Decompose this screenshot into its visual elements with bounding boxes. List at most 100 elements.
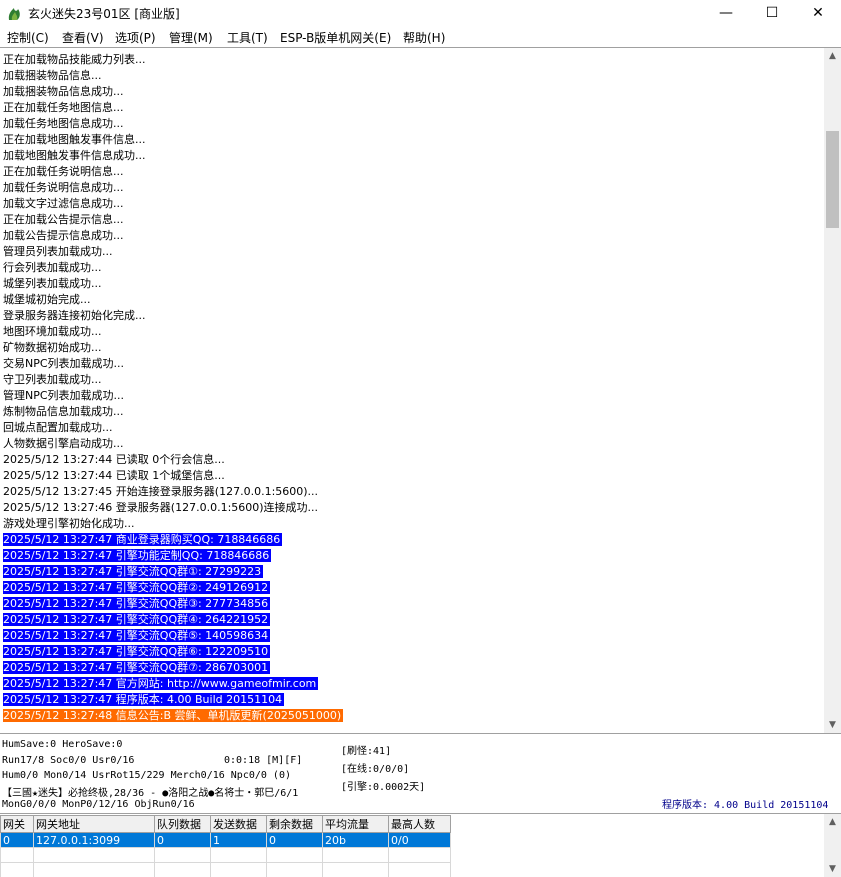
log-line[interactable]: 2025/5/12 13:27:44 已读取 0个行会信息... — [3, 452, 819, 468]
minimize-button[interactable]: — — [703, 0, 749, 28]
log-line[interactable]: 2025/5/12 13:27:47 引擎交流QQ群⑥: 122209510 — [3, 644, 819, 660]
menu-control[interactable]: 控制(C) — [7, 29, 49, 46]
log-line[interactable]: 2025/5/12 13:27:44 已读取 1个城堡信息... — [3, 468, 819, 484]
log-line[interactable]: 加载任务地图信息成功... — [3, 116, 819, 132]
title-bar[interactable]: 玄火迷失23号01区 [商业版] — ☐ ✕ — [0, 0, 841, 28]
log-line-text: 地图环境加载成功... — [3, 325, 102, 338]
log-line[interactable]: 加载公告提示信息成功... — [3, 228, 819, 244]
log-line[interactable]: 正在加载任务说明信息... — [3, 164, 819, 180]
menu-options[interactable]: 选项(P) — [115, 29, 156, 46]
column-header-queue[interactable]: 队列数据 — [154, 815, 211, 833]
log-line-text: 加载捆装物品信息... — [3, 69, 102, 82]
app-icon — [8, 8, 20, 20]
log-line-text: 加载地图触发事件信息成功... — [3, 149, 146, 162]
log-line-text: 矿物数据初始成功... — [3, 341, 102, 354]
scroll-up-icon[interactable]: ▲ — [824, 48, 841, 65]
log-line[interactable]: 加载捆装物品信息... — [3, 68, 819, 84]
log-line[interactable]: 登录服务器连接初始化完成... — [3, 308, 819, 324]
close-button[interactable]: ✕ — [795, 0, 841, 28]
log-panel[interactable]: 正在加载物品技能威力列表... 加载捆装物品信息... 加载捆装物品信息成功... 正… — [0, 47, 841, 733]
log-line-text: 城堡城初始完成... — [3, 293, 91, 306]
log-line-text: 2025/5/12 13:27:48 信息公告:B 尝鲜、单机版更新(20250… — [3, 709, 344, 722]
table-row-empty[interactable] — [0, 862, 451, 877]
log-line-text: 2025/5/12 13:27:44 已读取 1个城堡信息... — [3, 469, 225, 482]
log-line[interactable]: 正在加载地图触发事件信息... — [3, 132, 819, 148]
log-line[interactable]: 管理NPC列表加载成功... — [3, 388, 819, 404]
log-line[interactable]: 2025/5/12 13:27:47 引擎交流QQ群②: 249126912 — [3, 580, 819, 596]
log-line[interactable]: 守卫列表加载成功... — [3, 372, 819, 388]
log-line-text: 正在加载物品技能威力列表... — [3, 53, 146, 66]
log-line[interactable]: 2025/5/12 13:27:47 引擎交流QQ群⑤: 140598634 — [3, 628, 819, 644]
log-line[interactable]: 2025/5/12 13:27:46 登录服务器(127.0.0.1:5600)… — [3, 500, 819, 516]
maximize-button[interactable]: ☐ — [749, 0, 795, 28]
column-header-sent[interactable]: 发送数据 — [210, 815, 267, 833]
scroll-down-icon[interactable]: ▼ — [824, 717, 841, 733]
log-line-text: 2025/5/12 13:27:47 引擎交流QQ群①: 27299223 — [3, 565, 264, 578]
menu-manage[interactable]: 管理(M) — [169, 29, 213, 46]
log-line-text: 人物数据引擎启动成功... — [3, 437, 124, 450]
log-line-text: 炼制物品信息加载成功... — [3, 405, 124, 418]
menu-tools[interactable]: 工具(T) — [227, 29, 268, 46]
log-line-text: 管理员列表加载成功... — [3, 245, 113, 258]
log-line[interactable]: 地图环境加载成功... — [3, 324, 819, 340]
log-line[interactable]: 矿物数据初始成功... — [3, 340, 819, 356]
status-refresh-monster: [刷怪:41] — [341, 746, 392, 757]
menu-help[interactable]: 帮助(H) — [403, 29, 445, 46]
log-line-text: 加载公告提示信息成功... — [3, 229, 124, 242]
scroll-up-icon[interactable]: ▲ — [824, 814, 841, 831]
log-line-text: 加载任务说明信息成功... — [3, 181, 124, 194]
column-header-gateway[interactable]: 网关 — [0, 815, 34, 833]
log-line[interactable]: 行会列表加载成功... — [3, 260, 819, 276]
log-scrollbar[interactable]: ▲ ▼ — [824, 48, 841, 733]
log-line-text: 2025/5/12 13:27:47 引擎功能定制QQ: 718846686 — [3, 549, 272, 562]
log-line[interactable]: 加载任务说明信息成功... — [3, 180, 819, 196]
column-header-address[interactable]: 网关地址 — [33, 815, 155, 833]
cell-max-users: 0/0 — [388, 832, 451, 848]
log-line[interactable]: 2025/5/12 13:27:45 开始连接登录服务器(127.0.0.1:5… — [3, 484, 819, 500]
log-line[interactable]: 管理员列表加载成功... — [3, 244, 819, 260]
column-header-max-users[interactable]: 最高人数 — [388, 815, 451, 833]
log-line-text: 2025/5/12 13:27:47 官方网站: http://www.game… — [3, 677, 319, 690]
log-line[interactable]: 加载文字过滤信息成功... — [3, 196, 819, 212]
log-line[interactable]: 2025/5/12 13:27:47 引擎交流QQ群④: 264221952 — [3, 612, 819, 628]
log-line[interactable]: 交易NPC列表加载成功... — [3, 356, 819, 372]
log-line[interactable]: 游戏处理引擎初始化成功... — [3, 516, 819, 532]
log-line[interactable]: 2025/5/12 13:27:47 引擎交流QQ群③: 277734856 — [3, 596, 819, 612]
log-line-text: 管理NPC列表加载成功... — [3, 389, 125, 402]
log-line[interactable]: 2025/5/12 13:27:47 程序版本: 4.00 Build 2015… — [3, 692, 819, 708]
log-line-text: 2025/5/12 13:27:47 商业登录器购买QQ: 718846686 — [3, 533, 283, 546]
log-line[interactable]: 2025/5/12 13:27:47 引擎功能定制QQ: 718846686 — [3, 548, 819, 564]
log-line[interactable]: 正在加载公告提示信息... — [3, 212, 819, 228]
log-line[interactable]: 2025/5/12 13:27:47 引擎交流QQ群①: 27299223 — [3, 564, 819, 580]
log-line[interactable]: 城堡城初始完成... — [3, 292, 819, 308]
log-line-text: 守卫列表加载成功... — [3, 373, 102, 386]
log-line-text: 2025/5/12 13:27:47 引擎交流QQ群②: 249126912 — [3, 581, 271, 594]
log-line[interactable]: 2025/5/12 13:27:48 信息公告:B 尝鲜、单机版更新(20250… — [3, 708, 819, 724]
log-line-text: 正在加载任务说明信息... — [3, 165, 124, 178]
grid-scrollbar[interactable]: ▲ ▼ — [824, 814, 841, 877]
log-line-text: 行会列表加载成功... — [3, 261, 102, 274]
log-line[interactable]: 加载地图触发事件信息成功... — [3, 148, 819, 164]
column-header-remaining[interactable]: 剩余数据 — [266, 815, 323, 833]
log-line[interactable]: 炼制物品信息加载成功... — [3, 404, 819, 420]
log-line[interactable]: 城堡列表加载成功... — [3, 276, 819, 292]
column-header-avg-traffic[interactable]: 平均流量 — [322, 815, 389, 833]
menu-bar: 控制(C) 查看(V) 选项(P) 管理(M) 工具(T) ESP-B版单机网关… — [0, 28, 841, 47]
log-scroll-thumb[interactable] — [826, 131, 839, 228]
log-line[interactable]: 正在加载任务地图信息... — [3, 100, 819, 116]
table-row-empty[interactable] — [0, 847, 451, 863]
log-line[interactable]: 2025/5/12 13:27:47 商业登录器购买QQ: 718846686 — [3, 532, 819, 548]
menu-view[interactable]: 查看(V) — [62, 29, 104, 46]
log-line[interactable]: 2025/5/12 13:27:47 引擎交流QQ群⑦: 286703001 — [3, 660, 819, 676]
scroll-down-icon[interactable]: ▼ — [824, 861, 841, 877]
log-line[interactable]: 正在加载物品技能威力列表... — [3, 52, 819, 68]
log-line[interactable]: 2025/5/12 13:27:47 官方网站: http://www.game… — [3, 676, 819, 692]
menu-esp-gateway[interactable]: ESP-B版单机网关(E) — [280, 29, 391, 46]
log-line[interactable]: 加载捆装物品信息成功... — [3, 84, 819, 100]
table-row[interactable]: 0 127.0.0.1:3099 0 1 0 20b 0/0 — [0, 832, 451, 848]
log-line-text: 2025/5/12 13:27:44 已读取 0个行会信息... — [3, 453, 225, 466]
status-time: 0:0:18 [M][F] — [224, 755, 303, 766]
log-line[interactable]: 回城点配置加载成功... — [3, 420, 819, 436]
log-line[interactable]: 人物数据引擎启动成功... — [3, 436, 819, 452]
gateway-grid[interactable]: 网关 网关地址 队列数据 发送数据 剩余数据 平均流量 最高人数 0 127.0… — [0, 813, 841, 877]
